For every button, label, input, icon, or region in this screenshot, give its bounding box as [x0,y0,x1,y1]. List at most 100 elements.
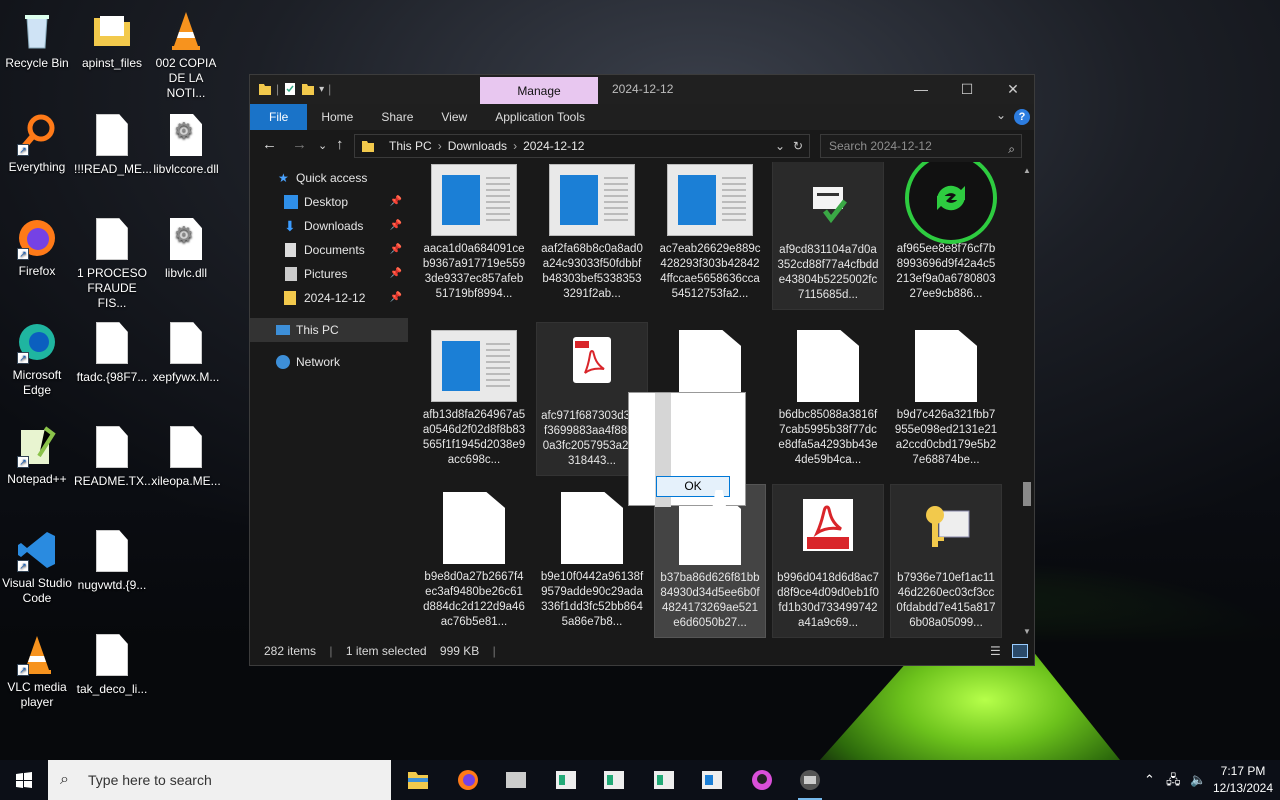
start-button[interactable] [0,760,48,800]
image-thumbnail [667,164,753,236]
pin-icon[interactable]: 📌 [390,286,402,310]
nav-quick-access[interactable]: ★ Quick access [250,166,408,190]
documents-icon [285,243,296,257]
desktop-icon-file[interactable]: nugvwtd.{9... [74,528,150,593]
forward-icon[interactable]: → [292,136,307,153]
folder-icon[interactable] [258,81,272,97]
desktop-icon-file[interactable]: README.TX... [74,424,154,489]
nav-this-pc[interactable]: This PC [250,318,408,342]
clock[interactable]: 7:17 PM 12/13/2024 [1210,763,1276,797]
desktop-icon-dll[interactable]: libvlccore.dll [148,112,224,177]
taskbar-app-3[interactable] [498,766,534,794]
search-icon[interactable]: ⌕ [1008,138,1015,160]
desktop-icon-notepad[interactable]: ↗ Notepad++ [0,424,75,487]
desktop-icon-dll[interactable]: libvlc.dll [148,216,224,281]
nav-network[interactable]: Network [250,350,408,374]
up-icon[interactable]: ↑ [336,136,344,153]
taskbar-app-9[interactable] [792,766,828,800]
tab-manage[interactable]: Manage [480,77,598,105]
taskbar-file-explorer[interactable] [400,766,436,794]
taskbar-app-4[interactable] [548,766,584,794]
file-item[interactable]: b6dbc85088a3816f7cab5995b38f77dce8dfa5a4… [772,322,884,476]
file-item[interactable]: b9e10f0442a96138f9579adde90c29ada336f1dd… [536,484,648,638]
file-item[interactable]: b37ba86d626f81bb84930d34d5ee6b0f48241732… [654,484,766,638]
file-item[interactable]: af965ee8e8f76cf7b8993696d9f42a4c5213ef9a… [890,162,1002,310]
explorer-window[interactable]: | ▾ | Manage 2024-12-12 — ☐ ✕ File Home … [249,74,1035,666]
close-icon[interactable]: ✕ [990,75,1036,104]
nav-documents[interactable]: Documents 📌 [250,238,408,262]
search-input[interactable]: Search 2024-12-12 ⌕ [820,134,1022,158]
properties-icon[interactable] [283,81,297,97]
desktop-icon-file[interactable]: ftadc.{98F7... [74,320,150,385]
chevron-right-icon[interactable]: › [513,139,517,153]
window-app-icon [604,771,624,789]
new-folder-icon[interactable] [301,81,315,97]
breadcrumb-downloads[interactable]: Downloads [448,139,507,153]
show-hidden-icons[interactable]: ⌃ [1144,760,1155,800]
desktop-icon-recycle-bin[interactable]: Recycle Bin [0,8,75,71]
file-item[interactable]: b996d0418d6d8ac7d8f9ce4d09d0eb1f0fd1b30d… [772,484,884,638]
help-icon[interactable]: ? [1014,109,1030,125]
network-icon[interactable]: 🖧 [1166,760,1181,800]
nav-desktop[interactable]: Desktop 📌 [250,190,408,214]
desktop-icon-firefox[interactable]: ↗ Firefox [0,216,75,279]
chevron-right-icon[interactable]: › [438,139,442,153]
pin-icon[interactable]: 📌 [390,190,402,214]
file-item[interactable]: b9e8d0a27b2667f4ec3af9480be26c61d884dc2d… [418,484,530,638]
details-view-icon[interactable]: ☰ [990,638,1001,665]
address-dropdown-icon[interactable]: ⌄ [775,139,785,153]
maximize-icon[interactable]: ☐ [944,75,990,104]
desktop-icon-file[interactable]: 1 PROCESO FRAUDE FIS... [74,216,150,311]
scroll-up-icon[interactable]: ▲ [1023,166,1031,175]
desktop-icon-file[interactable]: xepfywx.M... [148,320,224,385]
file-item[interactable]: aaf2fa68b8c0a8ad0a24c93033f50fdbbfb48303… [536,162,648,310]
desktop-icon-vlc[interactable]: 002 COPIA DE LA NOTI... [148,8,224,101]
recent-locations-icon[interactable]: ⌄ [318,139,327,152]
expand-ribbon-icon[interactable]: ⌄ [996,108,1006,122]
minimize-icon[interactable]: — [898,75,944,104]
nav-downloads[interactable]: ⬇ Downloads 📌 [250,214,408,238]
desktop-icon-vlc[interactable]: ↗ VLC media player [0,632,75,710]
scrollbar-thumb[interactable] [1023,482,1031,506]
file-item[interactable]: ac7eab26629e889c428293f303b428424ffccae5… [654,162,766,310]
back-icon[interactable]: ← [262,136,277,153]
taskbar-app-5[interactable] [596,766,632,794]
file-item[interactable]: afb13d8fa264967a5a0546d2f02d8f8b83565f1f… [418,322,530,476]
desktop-icon-file[interactable]: !!!READ_ME... [74,112,152,177]
desktop-icon-vscode[interactable]: ↗ Visual Studio Code [0,528,75,606]
tab-share[interactable]: Share [367,104,427,130]
breadcrumb-folder[interactable]: 2024-12-12 [523,139,584,153]
pin-icon[interactable]: 📌 [390,214,402,238]
taskbar-app-7[interactable] [694,766,730,794]
taskbar-app-8[interactable] [744,766,780,794]
nav-folder-2024-12-12[interactable]: 2024-12-12 📌 [250,286,408,310]
tab-home[interactable]: Home [307,104,367,130]
large-icons-view-icon[interactable] [1012,644,1028,658]
scroll-down-icon[interactable]: ▼ [1023,627,1031,636]
customize-toolbar-icon[interactable]: ▾ [319,84,324,95]
file-item[interactable]: b7936e710ef1ac1146d2260ec03cf3cc0fdabdd7… [890,484,1002,638]
nav-pictures[interactable]: Pictures 📌 [250,262,408,286]
taskbar-firefox[interactable] [450,766,486,794]
desktop-icon-file[interactable]: xileopa.ME... [148,424,224,489]
tab-application-tools[interactable]: Application Tools [481,104,599,130]
taskbar-search-input[interactable]: ⌕ Type here to search [48,760,391,800]
pin-icon[interactable]: 📌 [390,238,402,262]
taskbar-app-6[interactable] [646,766,682,794]
desktop-icon-everything[interactable]: ↗ Everything [0,112,75,175]
address-bar[interactable]: This PC › Downloads › 2024-12-12 ⌄ ↻ [354,134,810,158]
file-item[interactable]: b9d7c426a321fbb7955e098ed2131e21a2ccd0cb… [890,322,1002,476]
file-item[interactable]: aaca1d0a684091ceb9367a917719e5593de9337e… [418,162,530,310]
tab-view[interactable]: View [427,104,481,130]
breadcrumb-this-pc[interactable]: This PC [389,139,432,153]
desktop-icon-folder[interactable]: apinst_files [74,8,150,71]
refresh-icon[interactable]: ↻ [793,139,803,153]
file-item[interactable]: af9cd831104a7d0a352cd88f77a4cfbdde43804b… [772,162,884,310]
title-bar[interactable]: | ▾ | Manage 2024-12-12 — ☐ ✕ [250,75,1036,105]
pin-icon[interactable]: 📌 [390,262,402,286]
tab-file[interactable]: File [250,104,308,130]
desktop-icon-edge[interactable]: ↗ Microsoft Edge [0,320,75,398]
vertical-scrollbar[interactable]: ▲ ▼ [1020,162,1034,640]
desktop-icon-file[interactable]: tak_deco_li... [74,632,150,697]
volume-muted-icon[interactable]: 🔈 [1190,760,1206,800]
